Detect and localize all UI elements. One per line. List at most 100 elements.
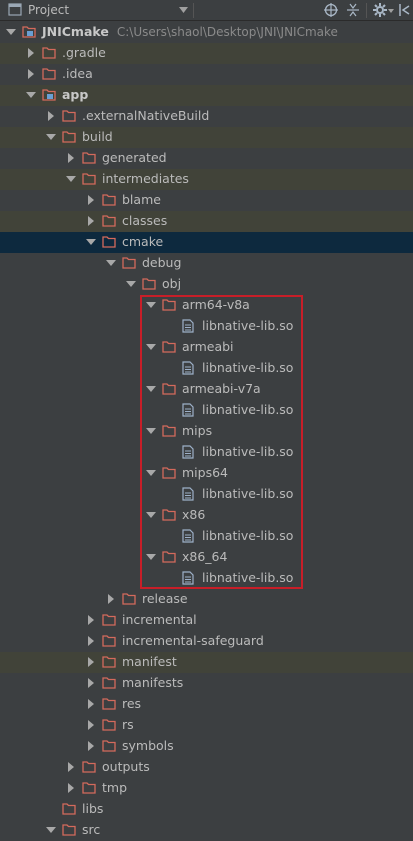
tree-item-name: libnative-lib.so — [202, 570, 294, 585]
expanded-arrow-icon[interactable] — [146, 552, 156, 562]
tree-folder-item[interactable]: symbols — [0, 736, 413, 757]
collapsed-arrow-icon[interactable] — [86, 636, 96, 646]
file-icon — [182, 445, 194, 459]
scroll-from-source-icon[interactable] — [324, 3, 338, 17]
folder-icon — [102, 656, 116, 668]
collapsed-arrow-icon[interactable] — [86, 216, 96, 226]
collapsed-arrow-icon[interactable] — [86, 699, 96, 709]
expanded-arrow-icon[interactable] — [26, 90, 36, 100]
tree-folder-item[interactable]: cmake — [0, 232, 413, 253]
folder-icon — [42, 68, 56, 80]
tree-folder-item[interactable]: x86 — [0, 505, 413, 526]
collapsed-arrow-icon[interactable] — [86, 720, 96, 730]
tree-item-label: app — [62, 87, 88, 102]
tree-folder-item[interactable]: app — [0, 85, 413, 106]
tree-folder-item[interactable]: libs — [0, 799, 413, 820]
expanded-arrow-icon[interactable] — [126, 279, 136, 289]
tree-item-name: outputs — [102, 759, 150, 774]
tree-folder-item[interactable]: x86_64 — [0, 547, 413, 568]
tree-folder-item[interactable]: debug — [0, 253, 413, 274]
expanded-arrow-icon[interactable] — [146, 384, 156, 394]
tree-folder-item[interactable]: obj — [0, 274, 413, 295]
tree-folder-item[interactable]: release — [0, 589, 413, 610]
tree-folder-item[interactable]: res — [0, 694, 413, 715]
expanded-arrow-icon[interactable] — [146, 300, 156, 310]
tree-folder-item[interactable]: classes — [0, 211, 413, 232]
tree-file-item[interactable]: libnative-lib.so — [0, 358, 413, 379]
tree-item-name: JNICmake — [42, 24, 109, 39]
collapse-all-icon[interactable] — [346, 3, 360, 17]
tree-item-name: intermediates — [102, 171, 189, 186]
tree-file-item[interactable]: libnative-lib.so — [0, 400, 413, 421]
expanded-arrow-icon[interactable] — [146, 510, 156, 520]
project-view-selector[interactable]: Project — [28, 3, 69, 17]
collapsed-arrow-icon[interactable] — [66, 783, 76, 793]
tree-folder-item[interactable]: rs — [0, 715, 413, 736]
gear-icon[interactable] — [373, 3, 387, 17]
tree-folder-item[interactable]: armeabi-v7a — [0, 379, 413, 400]
tree-item-label: libs — [82, 801, 103, 816]
expanded-arrow-icon[interactable] — [6, 27, 16, 37]
tree-folder-item[interactable]: src — [0, 820, 413, 841]
expanded-arrow-icon[interactable] — [106, 258, 116, 268]
tree-file-item[interactable]: libnative-lib.so — [0, 526, 413, 547]
tree-folder-item[interactable]: outputs — [0, 757, 413, 778]
folder-icon — [82, 173, 96, 185]
tree-folder-item[interactable]: incremental — [0, 610, 413, 631]
tree-folder-item[interactable]: mips64 — [0, 463, 413, 484]
tree-item-label: classes — [122, 213, 167, 228]
tree-folder-item[interactable]: manifest — [0, 652, 413, 673]
collapsed-arrow-icon[interactable] — [26, 69, 36, 79]
tree-folder-item[interactable]: manifests — [0, 673, 413, 694]
tree-folder-item[interactable]: .idea — [0, 64, 413, 85]
hide-panel-icon[interactable] — [399, 3, 411, 17]
file-icon — [182, 319, 194, 333]
folder-icon — [122, 257, 136, 269]
tree-folder-item[interactable]: intermediates — [0, 169, 413, 190]
project-view-icon[interactable] — [8, 3, 23, 17]
collapsed-arrow-icon[interactable] — [46, 111, 56, 121]
tree-item-name: debug — [142, 255, 182, 270]
collapsed-arrow-icon[interactable] — [86, 195, 96, 205]
tree-folder-item[interactable]: JNICmake C:\Users\shaol\Desktop\JNI\JNICm… — [0, 22, 413, 43]
tree-file-item[interactable]: libnative-lib.so — [0, 316, 413, 337]
tree-folder-item[interactable]: arm64-v8a — [0, 295, 413, 316]
tree-folder-item[interactable]: tmp — [0, 778, 413, 799]
tree-folder-item[interactable]: .gradle — [0, 43, 413, 64]
tree-item-name: libnative-lib.so — [202, 360, 294, 375]
tree-folder-item[interactable]: build — [0, 127, 413, 148]
tree-folder-item[interactable]: mips — [0, 421, 413, 442]
collapsed-arrow-icon[interactable] — [66, 762, 76, 772]
collapsed-arrow-icon[interactable] — [66, 153, 76, 163]
collapsed-arrow-icon[interactable] — [26, 48, 36, 58]
folder-icon — [162, 425, 176, 437]
tree-folder-item[interactable]: blame — [0, 190, 413, 211]
chevron-down-icon[interactable] — [388, 9, 394, 13]
tree-folder-item[interactable]: .externalNativeBuild — [0, 106, 413, 127]
tree-file-item[interactable]: libnative-lib.so — [0, 484, 413, 505]
tree-file-item[interactable]: libnative-lib.so — [0, 442, 413, 463]
expanded-arrow-icon[interactable] — [146, 468, 156, 478]
collapsed-arrow-icon[interactable] — [86, 678, 96, 688]
tree-item-label: arm64-v8a — [182, 297, 250, 312]
expanded-arrow-icon[interactable] — [66, 174, 76, 184]
collapsed-arrow-icon[interactable] — [106, 594, 116, 604]
expanded-arrow-icon[interactable] — [146, 342, 156, 352]
tree-file-item[interactable]: libnative-lib.so — [0, 568, 413, 589]
tree-folder-item[interactable]: generated — [0, 148, 413, 169]
chevron-down-icon[interactable] — [179, 7, 188, 13]
file-icon — [182, 403, 194, 417]
expanded-arrow-icon[interactable] — [46, 132, 56, 142]
collapsed-arrow-icon[interactable] — [86, 615, 96, 625]
tree-folder-item[interactable]: incremental-safeguard — [0, 631, 413, 652]
expanded-arrow-icon[interactable] — [146, 426, 156, 436]
folder-icon — [162, 467, 176, 479]
tree-folder-item[interactable]: armeabi — [0, 337, 413, 358]
folder-icon — [102, 698, 116, 710]
expanded-arrow-icon[interactable] — [86, 237, 96, 247]
collapsed-arrow-icon[interactable] — [86, 741, 96, 751]
module-folder-icon — [42, 89, 56, 101]
tree-item-name: x86_64 — [182, 549, 228, 564]
collapsed-arrow-icon[interactable] — [86, 657, 96, 667]
tree-item-name: libs — [82, 801, 104, 816]
